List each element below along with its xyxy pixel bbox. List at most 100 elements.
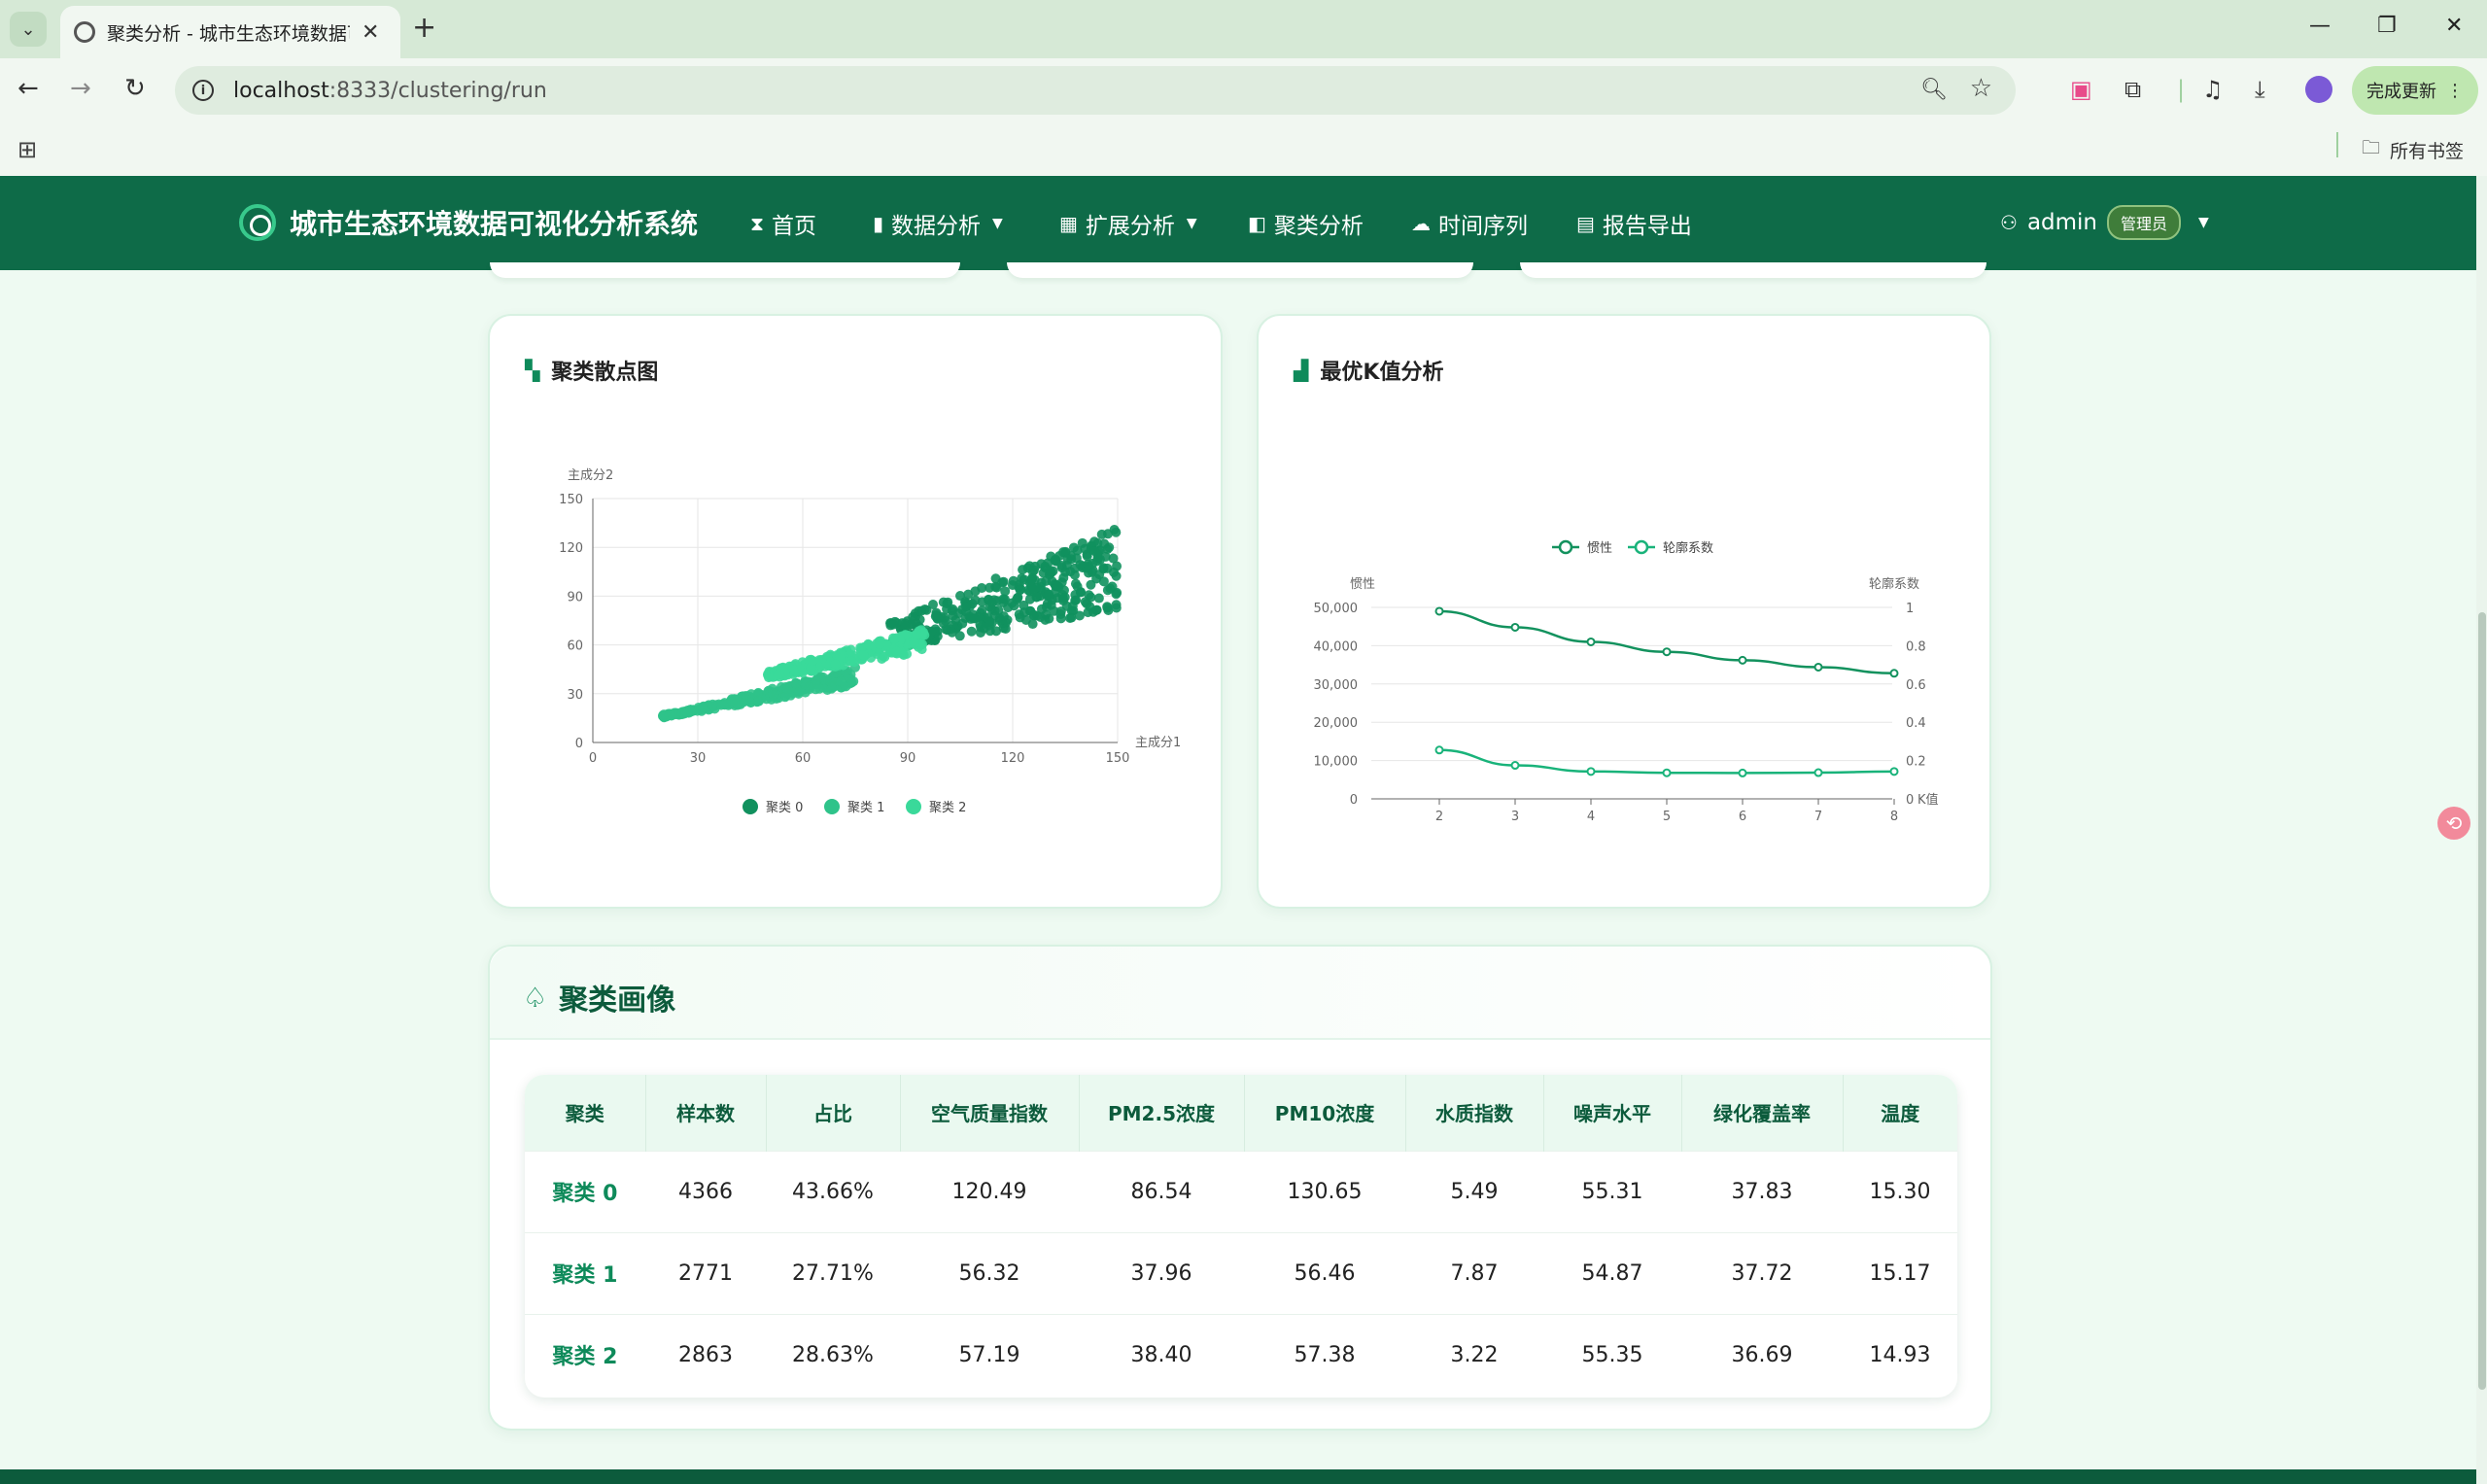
scatter-point-cluster-0 xyxy=(1099,538,1110,549)
column-header[interactable]: PM2.5浓度 xyxy=(1079,1075,1245,1151)
x-tick-label: 150 xyxy=(1106,751,1130,766)
all-bookmarks-label: 所有书签 xyxy=(2390,140,2465,162)
kebab-menu-icon: ⋮ xyxy=(2446,80,2464,101)
new-tab-button[interactable]: + xyxy=(412,12,436,45)
scatter-point-cluster-0 xyxy=(1088,558,1098,569)
scatter-point-cluster-0 xyxy=(1028,584,1039,595)
column-header[interactable]: 空气质量指数 xyxy=(900,1075,1080,1151)
scatter-point-cluster-1 xyxy=(826,682,837,693)
window-close-icon[interactable]: ✕ xyxy=(2445,14,2463,38)
scatter-point-cluster-0 xyxy=(1054,550,1065,561)
translate-extension-icon[interactable]: ▣ xyxy=(2070,76,2092,103)
scatter-point-cluster-0 xyxy=(1024,594,1035,604)
x-tick-label: 8 xyxy=(1890,810,1898,824)
minimize-icon[interactable]: — xyxy=(2309,14,2331,38)
table-cell: 130.65 xyxy=(1287,1179,1363,1204)
summary-card-3 xyxy=(1520,262,1986,278)
y-left-tick-label: 50,000 xyxy=(1314,602,1359,616)
table-cell: 28.63% xyxy=(792,1342,874,1367)
y-right-tick-label: 0.4 xyxy=(1906,716,1926,731)
extensions-icon[interactable]: ⧉ xyxy=(2124,76,2141,103)
nav-extended-analysis-label: 扩展分析 xyxy=(1085,214,1175,239)
bookmarks-bar: ⊞ 🗀 所有书签 xyxy=(0,122,2487,176)
column-header[interactable]: 水质指数 xyxy=(1405,1075,1544,1151)
nav-extended-analysis[interactable]: ▦ 扩展分析 ▼ xyxy=(1059,207,1197,240)
scatter-card: ▚ 聚类散点图 0 30 60 90 120 150 0 30 60 90 120 150 主成分2 主成… xyxy=(488,314,1223,909)
nav-data-analysis[interactable]: ▮ 数据分析 ▼ xyxy=(873,207,1003,240)
media-control-icon[interactable]: ♫ xyxy=(2202,76,2224,103)
scatter-point-cluster-0 xyxy=(1070,578,1081,589)
column-header[interactable]: PM10浓度 xyxy=(1244,1075,1406,1151)
brand[interactable]: 城市生态环境数据可视化分析系统 xyxy=(239,203,698,242)
scatter-point-cluster-0 xyxy=(966,626,977,637)
kvalue-chart[interactable]: 0 10,000 20,000 30,000 40,000 50,000 0 0.2 0.4 0.… xyxy=(1264,364,1984,909)
user-menu[interactable]: ⚇ admin 管理员 ▼ xyxy=(2000,205,2209,240)
table-cell: 56.46 xyxy=(1294,1260,1356,1286)
zoom-icon[interactable]: 🔍︎ xyxy=(1920,78,1948,102)
table-cell: 15.30 xyxy=(1869,1179,1931,1204)
bar-chart-icon: ▮ xyxy=(873,212,884,235)
column-header[interactable]: 噪声水平 xyxy=(1543,1075,1682,1151)
data-point xyxy=(1813,662,1823,672)
table-cell: 4366 xyxy=(678,1179,733,1204)
close-tab-icon[interactable]: ✕ xyxy=(362,20,379,45)
nav-time-series[interactable]: ☁ 时间序列 xyxy=(1411,207,1528,240)
scatter-point-cluster-0 xyxy=(1035,611,1046,622)
reload-icon[interactable]: ↻ xyxy=(124,74,146,103)
table-cell: 15.17 xyxy=(1869,1260,1931,1286)
tab-title: 聚类分析 - 城市生态环境数据可 xyxy=(107,22,350,45)
table-cell: 43.66% xyxy=(792,1179,874,1204)
nav-home[interactable]: ⧗ 首页 xyxy=(750,207,816,240)
scatter-point-cluster-0 xyxy=(1083,607,1093,618)
nav-clustering[interactable]: ◧ 聚类分析 xyxy=(1248,207,1364,240)
legend-label: 聚类 2 xyxy=(929,801,966,815)
spade-icon: ♤ xyxy=(523,981,548,1014)
column-header[interactable]: 占比 xyxy=(766,1075,901,1151)
x-tick-label: 6 xyxy=(1739,810,1746,824)
nav-time-series-label: 时间序列 xyxy=(1438,214,1528,239)
scatter-point-cluster-0 xyxy=(1008,575,1019,586)
download-icon[interactable]: ⤓ xyxy=(2255,76,2265,103)
translate-float-button[interactable]: ⟲ xyxy=(2437,807,2470,840)
update-button[interactable]: 完成更新 ⋮ xyxy=(2352,66,2478,115)
column-header[interactable]: 聚类 xyxy=(525,1075,646,1151)
apps-grid-icon[interactable]: ⊞ xyxy=(17,136,37,163)
scrollbar-thumb[interactable] xyxy=(2478,612,2486,1390)
data-point xyxy=(1889,767,1899,777)
table-cell: 55.35 xyxy=(1581,1342,1643,1367)
back-icon[interactable]: ← xyxy=(17,74,39,103)
x-tick-label: 5 xyxy=(1663,810,1671,824)
all-bookmarks-button[interactable]: 🗀 所有书签 xyxy=(2362,134,2464,165)
scatter-point-cluster-0 xyxy=(1080,543,1090,554)
active-tab[interactable]: 聚类分析 - 城市生态环境数据可 ✕ xyxy=(60,6,400,58)
scatter-point-cluster-0 xyxy=(1096,529,1107,539)
bookmarks-divider xyxy=(2336,132,2338,157)
scatter-point-cluster-0 xyxy=(1098,563,1109,573)
scatter-point-cluster-1 xyxy=(682,707,693,718)
column-header[interactable]: 温度 xyxy=(1843,1075,1957,1151)
scatter-chart[interactable]: 0 30 60 90 120 150 0 30 60 90 120 150 主成分2 主成分1 聚类 0 聚类… xyxy=(496,364,1215,909)
caret-down-icon: ▼ xyxy=(992,216,1003,231)
scatter-point-cluster-0 xyxy=(977,597,987,607)
url-text: localhost:8333/clustering/run xyxy=(233,79,547,103)
nav-report-export[interactable]: ▤ 报告导出 xyxy=(1576,207,1692,240)
x-axis-label: 主成分1 xyxy=(1135,736,1181,750)
forward-icon[interactable]: → xyxy=(70,74,91,103)
scatter-point-cluster-0 xyxy=(1046,551,1056,562)
profile-avatar[interactable] xyxy=(2305,76,2332,103)
scatter-point-cluster-2 xyxy=(864,639,875,650)
address-bar[interactable]: i localhost:8333/clustering/run 🔍︎ ☆ xyxy=(175,66,2016,115)
table-cell: 37.72 xyxy=(1731,1260,1793,1286)
scatter-point-cluster-0 xyxy=(1060,567,1071,577)
legend-marker xyxy=(1634,539,1649,555)
globe-icon xyxy=(74,21,95,43)
restore-icon[interactable]: ❐ xyxy=(2377,14,2397,38)
scatter-point-cluster-0 xyxy=(999,594,1010,604)
site-info-icon[interactable]: i xyxy=(192,80,214,101)
scatter-point-cluster-0 xyxy=(1055,609,1066,620)
scatter-point-cluster-0 xyxy=(1052,580,1062,591)
bookmark-star-icon[interactable]: ☆ xyxy=(1970,74,1992,103)
tab-search-button[interactable]: ⌄ xyxy=(10,12,47,47)
column-header[interactable]: 样本数 xyxy=(645,1075,767,1151)
column-header[interactable]: 绿化覆盖率 xyxy=(1681,1075,1844,1151)
